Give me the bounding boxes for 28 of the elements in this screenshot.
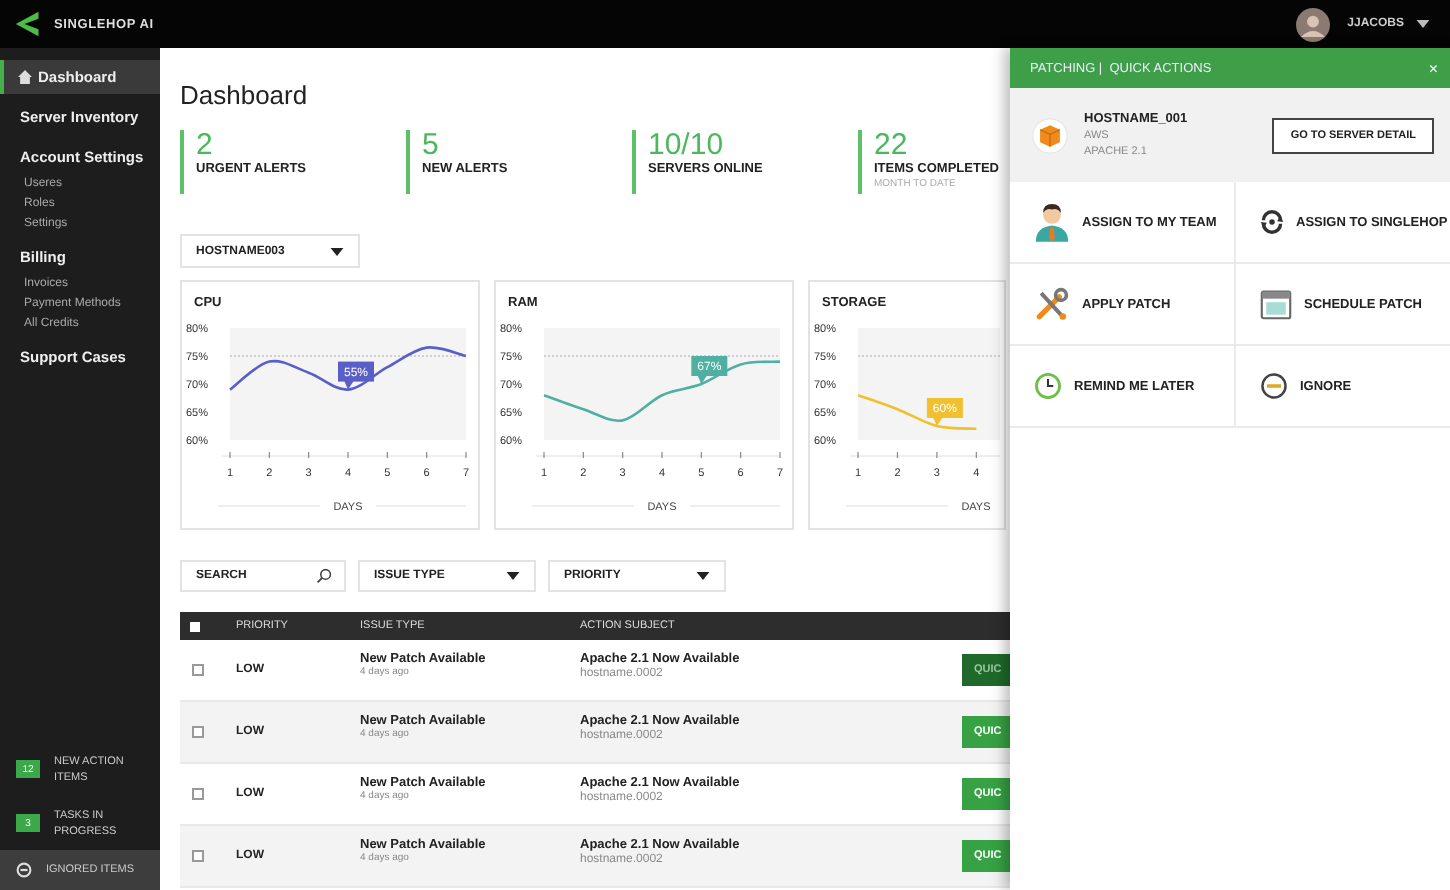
search-icon xyxy=(316,568,332,584)
sync-icon xyxy=(1260,210,1284,234)
row-checkbox[interactable] xyxy=(192,726,204,738)
page-title: Dashboard xyxy=(180,80,310,110)
plot-background xyxy=(857,328,1000,440)
box-icon xyxy=(1032,117,1068,153)
minus-circle-icon xyxy=(1260,372,1288,400)
minus-circle-icon xyxy=(16,862,32,878)
stat-value: 2 xyxy=(196,130,213,162)
caret-icon xyxy=(330,247,344,255)
person-icon xyxy=(1034,202,1070,242)
stat-value: 22 xyxy=(874,130,908,162)
stat-value: 10/10 xyxy=(648,130,724,162)
caret-icon[interactable] xyxy=(1416,20,1430,28)
caret-icon xyxy=(506,572,520,580)
logo-icon xyxy=(14,10,42,38)
caret-icon xyxy=(696,572,710,580)
avatar-icon[interactable] xyxy=(1295,7,1330,41)
line-series xyxy=(857,393,977,431)
stat-value: 5 xyxy=(422,130,439,162)
calendar-icon xyxy=(1260,288,1292,320)
select-all-checkbox[interactable] xyxy=(190,621,200,631)
clock-icon xyxy=(1034,372,1062,400)
row-checkbox[interactable] xyxy=(192,850,204,862)
row-checkbox[interactable] xyxy=(192,788,204,800)
home-icon xyxy=(18,70,32,84)
row-checkbox[interactable] xyxy=(192,664,204,676)
tools-icon xyxy=(1034,286,1070,322)
